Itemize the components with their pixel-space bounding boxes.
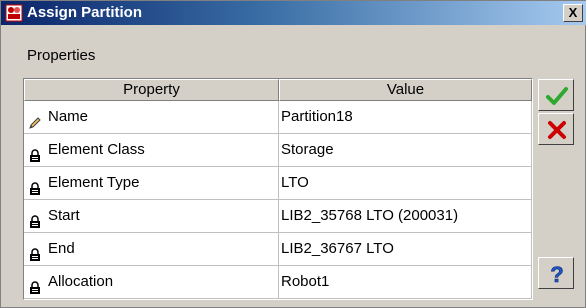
property-cell: Element Class (24, 134, 279, 167)
value-cell[interactable]: Partition18 (279, 101, 532, 134)
property-cell: End (24, 233, 279, 266)
red-x-icon (548, 121, 566, 139)
property-cell: Start (24, 200, 279, 233)
checkmark-icon (546, 87, 568, 105)
properties-label: Properties (27, 47, 96, 64)
table-row[interactable]: Start LIB2_35768 LTO (200031) (24, 200, 532, 233)
table-row[interactable]: Name Partition18 (24, 101, 532, 134)
property-cell: Name (24, 101, 279, 134)
value-cell: LIB2_36767 LTO (279, 233, 532, 266)
ok-button[interactable] (538, 79, 574, 111)
app-icon (5, 4, 23, 22)
svg-text:?: ? (550, 262, 563, 286)
property-name: Allocation (48, 273, 114, 290)
table-row[interactable]: Element Type LTO (24, 167, 532, 200)
pencil-icon (28, 110, 42, 129)
lock-icon (28, 176, 42, 195)
property-name: Start (48, 207, 80, 224)
table-row[interactable]: Allocation Robot1 (24, 266, 532, 299)
window-title: Assign Partition (27, 4, 143, 21)
question-mark-icon: ? (550, 262, 564, 286)
value-cell: Robot1 (279, 266, 532, 299)
lock-icon (28, 209, 42, 228)
lock-icon (28, 275, 42, 294)
property-name: Element Type (48, 174, 140, 191)
table-row[interactable]: End LIB2_36767 LTO (24, 233, 532, 266)
property-cell: Allocation (24, 266, 279, 299)
value-cell: Storage (279, 134, 532, 167)
help-button[interactable]: ? (538, 257, 574, 289)
properties-table: Property Value Name Partition18 Element … (23, 78, 533, 300)
value-cell: LIB2_35768 LTO (200031) (279, 200, 532, 233)
column-header-property[interactable]: Property (24, 79, 279, 101)
property-name: Name (48, 108, 89, 125)
property-cell: Element Type (24, 167, 279, 200)
value-cell: LTO (279, 167, 532, 200)
cancel-button[interactable] (538, 113, 574, 145)
property-name: Element Class (48, 141, 145, 158)
lock-icon (28, 143, 42, 162)
assign-partition-dialog: Assign Partition X Properties Property V… (0, 0, 586, 308)
close-button[interactable]: X (563, 4, 583, 22)
column-header-value[interactable]: Value (279, 79, 532, 101)
lock-icon (28, 242, 42, 261)
property-name: End (48, 240, 75, 257)
title-bar[interactable]: Assign Partition X (1, 1, 586, 25)
table-row[interactable]: Element Class Storage (24, 134, 532, 167)
